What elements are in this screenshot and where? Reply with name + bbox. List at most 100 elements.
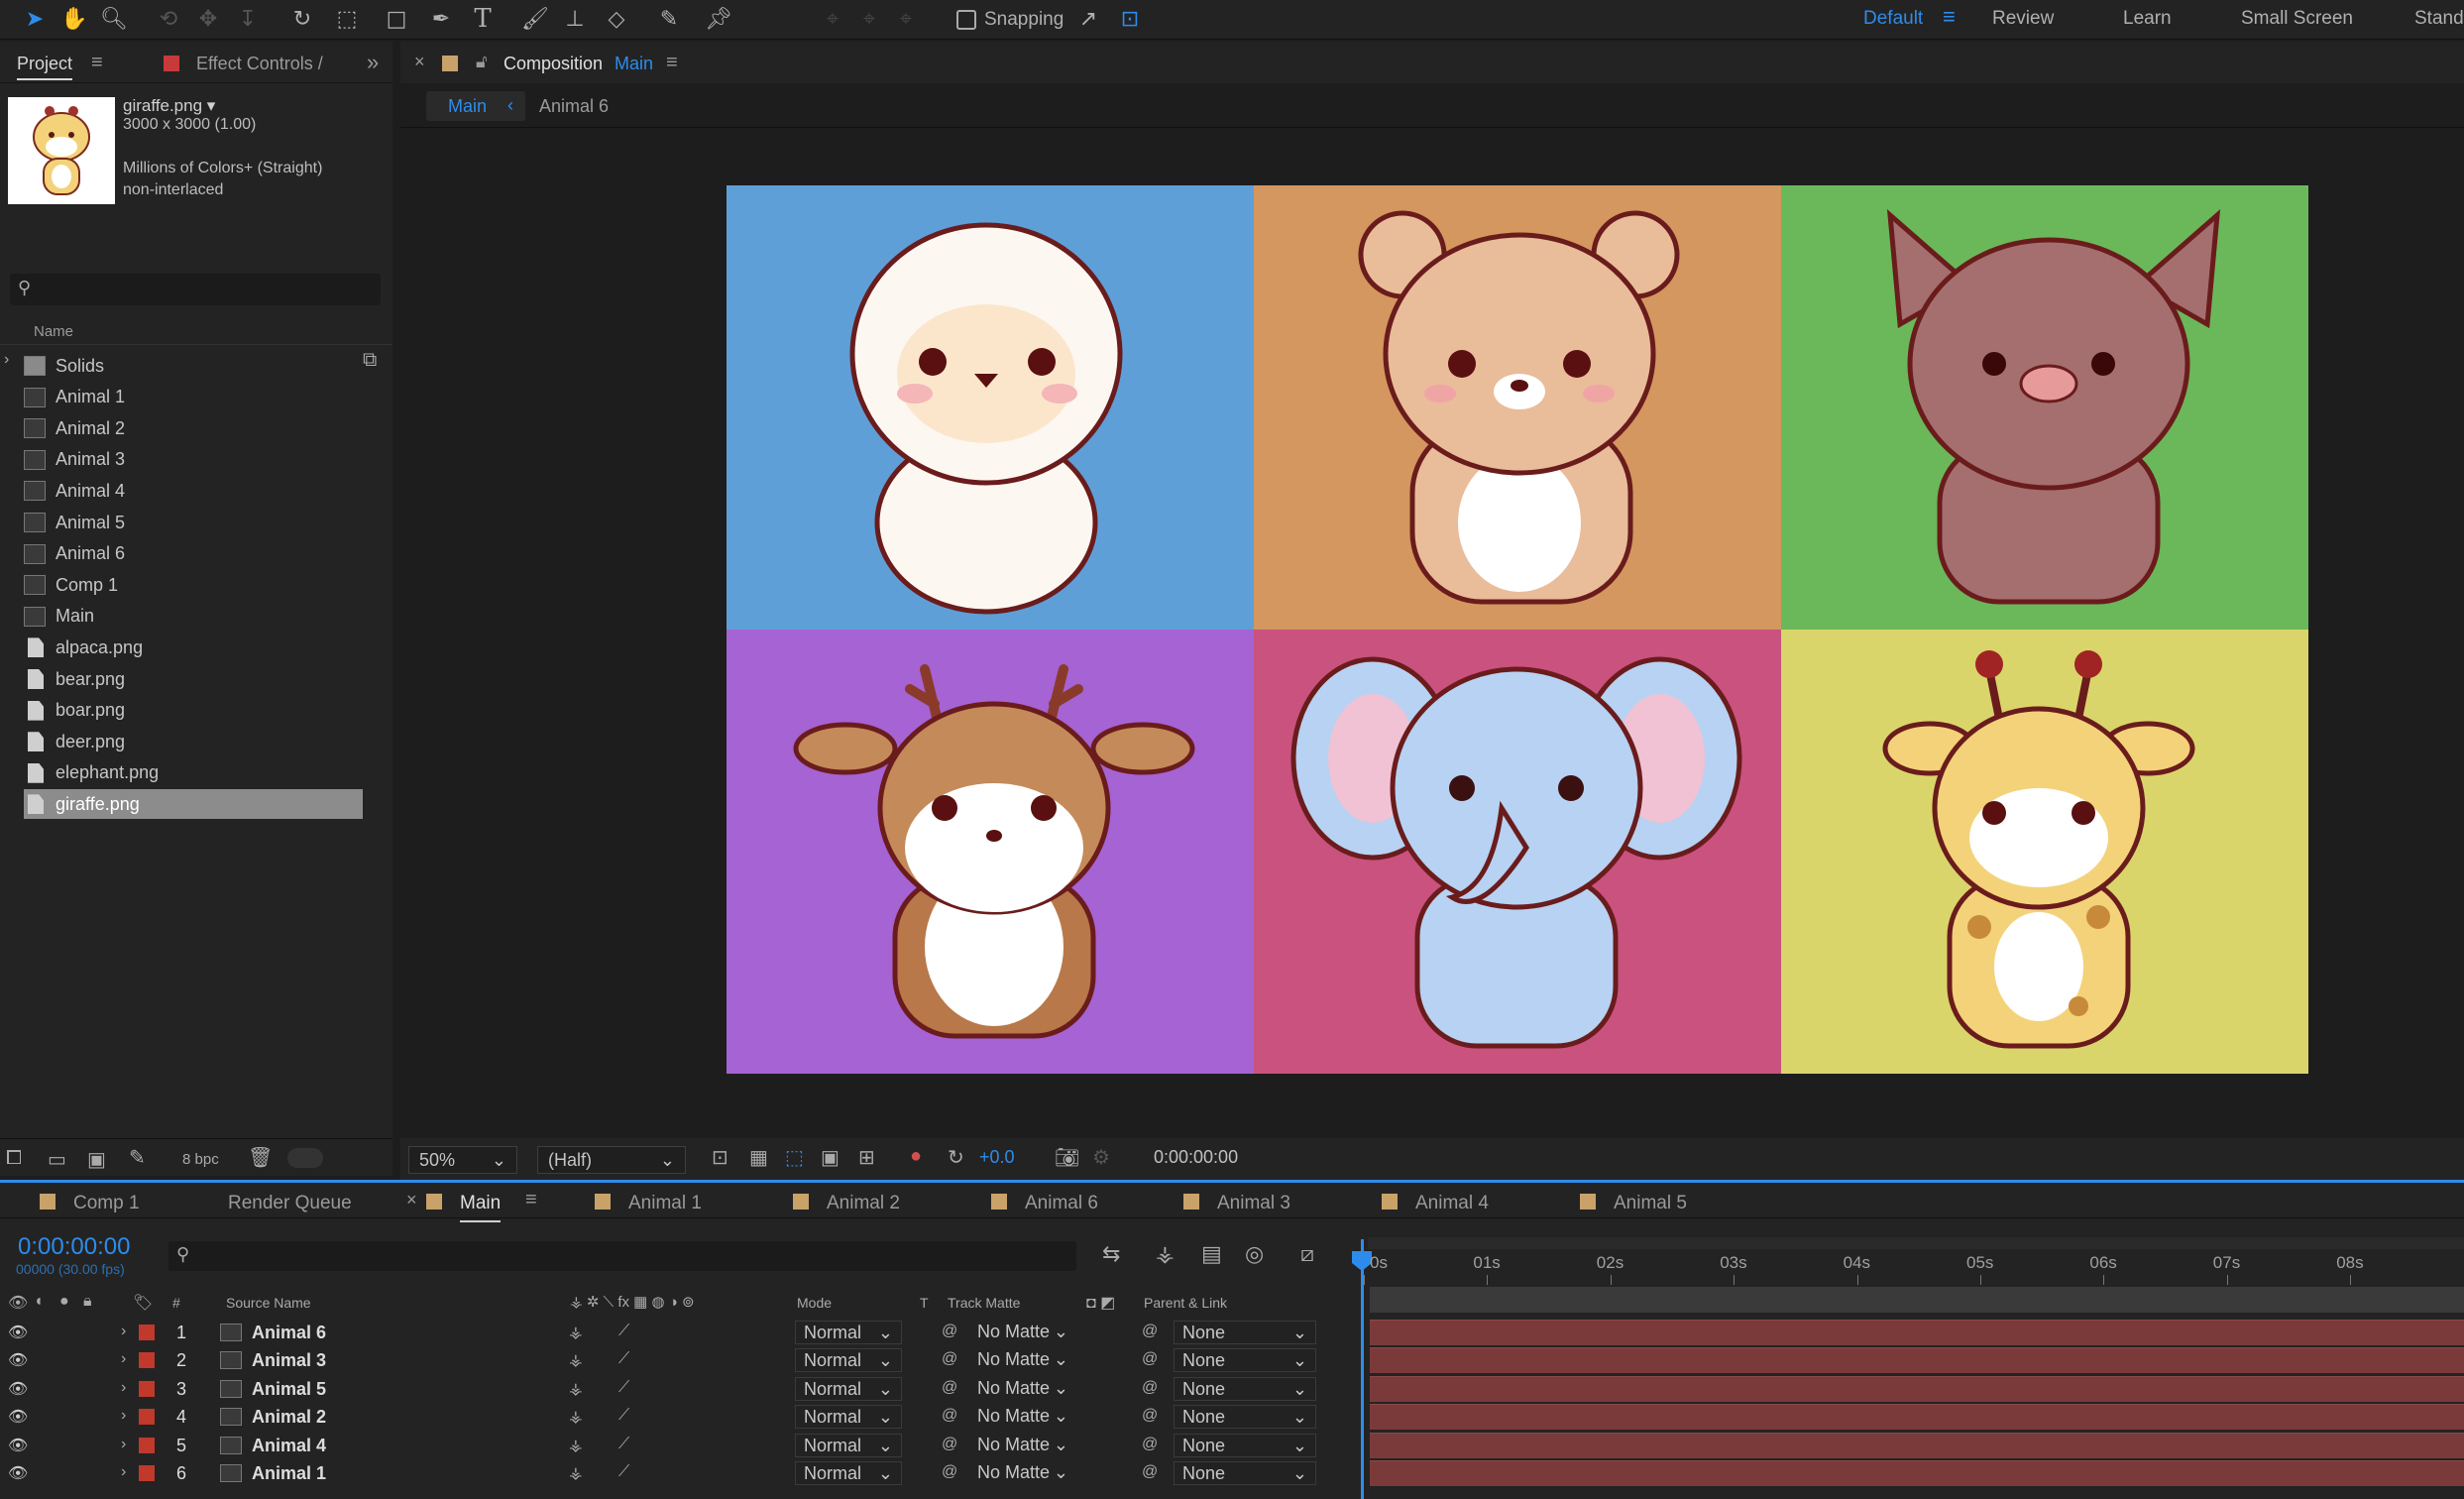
project-item[interactable]: boar.png bbox=[24, 696, 363, 726]
pan-behind-tool-icon[interactable]: ⬚ bbox=[332, 4, 362, 34]
collapse-switch-icon[interactable]: ⚶ bbox=[569, 1463, 583, 1483]
zoom-tool-icon[interactable]: 🔍︎ bbox=[99, 4, 129, 34]
matte-pickwhip-icon[interactable]: @ bbox=[942, 1379, 957, 1397]
column-source-name[interactable]: Source Name bbox=[226, 1295, 311, 1311]
collapse-switch-icon[interactable]: ⚶ bbox=[569, 1379, 583, 1399]
graph-editor-icon[interactable]: ⧄ bbox=[1300, 1241, 1314, 1267]
collapse-switch-icon[interactable]: ⚶ bbox=[569, 1323, 583, 1342]
parent-dropdown[interactable]: None ⌄ bbox=[1174, 1405, 1316, 1430]
track-matte-dropdown[interactable]: No Matte ⌄ bbox=[969, 1348, 1076, 1372]
blend-mode-dropdown[interactable]: Normal ⌄ bbox=[795, 1376, 902, 1401]
puppet-tool-icon[interactable]: 📌︎ bbox=[704, 4, 733, 34]
project-item[interactable]: Animal 6 bbox=[24, 539, 363, 569]
workspace-menu-icon[interactable]: ≡ bbox=[1943, 4, 1956, 30]
snapping-checkbox[interactable] bbox=[956, 10, 976, 30]
orbit-camera-icon[interactable]: ⟲ bbox=[154, 4, 183, 34]
axis-local-icon[interactable]: ⌖ bbox=[818, 4, 847, 34]
timeline-timecode[interactable]: 0:00:00:00 bbox=[18, 1233, 130, 1261]
zoom-dropdown[interactable]: 50% ⌄ bbox=[408, 1146, 517, 1174]
roto-brush-tool-icon[interactable]: ✎ bbox=[654, 4, 684, 34]
parent-pickwhip-icon[interactable]: @ bbox=[1142, 1407, 1158, 1425]
tab-effect-controls[interactable]: Effect Controls / bbox=[196, 54, 323, 74]
project-item[interactable]: bear.png bbox=[24, 664, 363, 694]
eye-icon[interactable]: 👁︎ bbox=[8, 1463, 28, 1483]
timeline-tab[interactable]: Animal 1 bbox=[628, 1193, 702, 1214]
breadcrumb-animal6[interactable]: Animal 6 bbox=[539, 96, 609, 117]
layer-name[interactable]: Animal 2 bbox=[252, 1407, 326, 1428]
new-folder-icon[interactable]: ▭ bbox=[48, 1147, 66, 1172]
matte-pickwhip-icon[interactable]: @ bbox=[942, 1323, 957, 1340]
quality-switch-icon[interactable]: ⟋ bbox=[618, 1436, 629, 1453]
blend-mode-dropdown[interactable]: Normal ⌄ bbox=[795, 1461, 902, 1485]
bpc-button[interactable]: 8 bpc bbox=[182, 1151, 219, 1168]
composition-menu-icon[interactable]: ≡ bbox=[666, 52, 678, 74]
frame-blending-icon[interactable]: ◎ bbox=[1245, 1241, 1264, 1267]
timeline-tab[interactable]: Render Queue bbox=[228, 1193, 352, 1214]
track-matte-dropdown[interactable]: No Matte ⌄ bbox=[969, 1377, 1076, 1401]
collapse-switch-icon[interactable]: ⚶ bbox=[569, 1436, 583, 1455]
draft-3d-icon[interactable]: ⚶ bbox=[1156, 1241, 1175, 1267]
timeline-tab[interactable]: Animal 5 bbox=[1614, 1193, 1687, 1214]
timeline-search-input[interactable]: ⚲ bbox=[168, 1241, 1076, 1271]
quality-switch-icon[interactable]: ⟋ bbox=[618, 1323, 629, 1340]
lock-icon[interactable]: 🔓︎ bbox=[476, 52, 488, 72]
layer-row[interactable]: 👁︎ › 2 Animal 3 ⚶ ⟋ Normal ⌄ @ No Matte ⌄ @ None ⌄ bbox=[0, 1346, 1360, 1374]
layer-duration-bar[interactable] bbox=[1370, 1347, 2464, 1374]
track-matte-dropdown[interactable]: No Matte ⌄ bbox=[969, 1461, 1076, 1485]
layer-row[interactable]: 👁︎ › 5 Animal 4 ⚶ ⟋ Normal ⌄ @ No Matte ⌄ @ None ⌄ bbox=[0, 1432, 1360, 1459]
grid-guides-icon[interactable]: ⊞ bbox=[858, 1145, 875, 1170]
matte-pickwhip-icon[interactable]: @ bbox=[942, 1436, 957, 1453]
layer-row[interactable]: 👁︎ › 3 Animal 5 ⚶ ⟋ Normal ⌄ @ No Matte ⌄ @ None ⌄ bbox=[0, 1375, 1360, 1403]
rotation-tool-icon[interactable]: ↻ bbox=[287, 4, 317, 34]
blend-mode-dropdown[interactable]: Normal ⌄ bbox=[795, 1321, 902, 1344]
project-item[interactable]: Animal 3 bbox=[24, 445, 363, 475]
expand-arrow-icon[interactable]: › bbox=[121, 1436, 126, 1453]
label-color-swatch[interactable] bbox=[139, 1465, 155, 1481]
project-item[interactable]: deer.png bbox=[24, 727, 363, 756]
collapse-switch-icon[interactable]: ⚶ bbox=[569, 1350, 583, 1370]
label-color-swatch[interactable] bbox=[139, 1380, 155, 1397]
project-item[interactable]: giraffe.png bbox=[24, 789, 363, 820]
pan-camera-icon[interactable]: ✥ bbox=[193, 4, 223, 34]
project-item[interactable]: alpaca.png bbox=[24, 633, 363, 662]
quality-switch-icon[interactable]: ⟋ bbox=[618, 1463, 629, 1481]
layer-name[interactable]: Animal 1 bbox=[252, 1463, 326, 1484]
project-item[interactable]: Solids bbox=[24, 351, 363, 381]
snap-features-icon[interactable]: ⊡ bbox=[1115, 4, 1145, 34]
transparency-grid-icon[interactable]: ▦ bbox=[749, 1145, 768, 1170]
region-of-interest-icon[interactable]: ▣ bbox=[821, 1145, 840, 1170]
column-parent-link[interactable]: Parent & Link bbox=[1144, 1295, 1227, 1311]
eraser-tool-icon[interactable]: ◇ bbox=[602, 4, 631, 34]
resolution-dropdown[interactable]: (Half) ⌄ bbox=[537, 1146, 686, 1174]
hand-tool-icon[interactable]: ✋ bbox=[59, 4, 89, 34]
brush-tool-icon[interactable]: 🖌︎ bbox=[520, 4, 550, 34]
workspace-learn[interactable]: Learn bbox=[2123, 8, 2172, 30]
parent-pickwhip-icon[interactable]: @ bbox=[1142, 1350, 1158, 1368]
parent-dropdown[interactable]: None ⌄ bbox=[1174, 1461, 1316, 1485]
dolly-camera-icon[interactable]: ↧ bbox=[233, 4, 263, 34]
exposure-value[interactable]: +0.0 bbox=[979, 1147, 1015, 1168]
composition-mini-flowchart-icon[interactable]: ⇆ bbox=[1102, 1241, 1120, 1267]
pen-tool-icon[interactable]: ✒ bbox=[426, 4, 456, 34]
interpret-footage-icon[interactable]: ⧠ bbox=[6, 1147, 22, 1170]
layer-duration-bar[interactable] bbox=[1370, 1320, 2464, 1345]
layer-duration-bar[interactable] bbox=[1370, 1460, 2464, 1486]
work-area-bar[interactable] bbox=[1368, 1237, 2464, 1249]
axis-view-icon[interactable]: ⌖ bbox=[891, 4, 921, 34]
quality-switch-icon[interactable]: ⟋ bbox=[618, 1379, 629, 1397]
rectangle-tool-icon[interactable]: □ bbox=[382, 4, 411, 34]
project-item[interactable]: Main bbox=[24, 602, 363, 632]
track-matte-dropdown[interactable]: No Matte ⌄ bbox=[969, 1321, 1076, 1344]
eye-icon[interactable]: 👁︎ bbox=[8, 1436, 28, 1455]
panel-overflow-icon[interactable]: » bbox=[367, 50, 379, 75]
matte-pickwhip-icon[interactable]: @ bbox=[942, 1350, 957, 1368]
snap-edge-icon[interactable]: ↗ bbox=[1073, 4, 1103, 34]
project-item[interactable]: Comp 1 bbox=[24, 570, 363, 600]
quality-switch-icon[interactable]: ⟋ bbox=[618, 1350, 629, 1368]
expand-arrow-icon[interactable]: › bbox=[121, 1379, 126, 1397]
quality-switch-icon[interactable]: ⟋ bbox=[618, 1407, 629, 1425]
breadcrumb-main[interactable]: Main ‹ bbox=[426, 91, 525, 121]
label-color-swatch[interactable] bbox=[139, 1437, 155, 1453]
shy-layers-icon[interactable]: ▤ bbox=[1201, 1241, 1222, 1267]
collapse-switch-icon[interactable]: ⚶ bbox=[569, 1407, 583, 1427]
